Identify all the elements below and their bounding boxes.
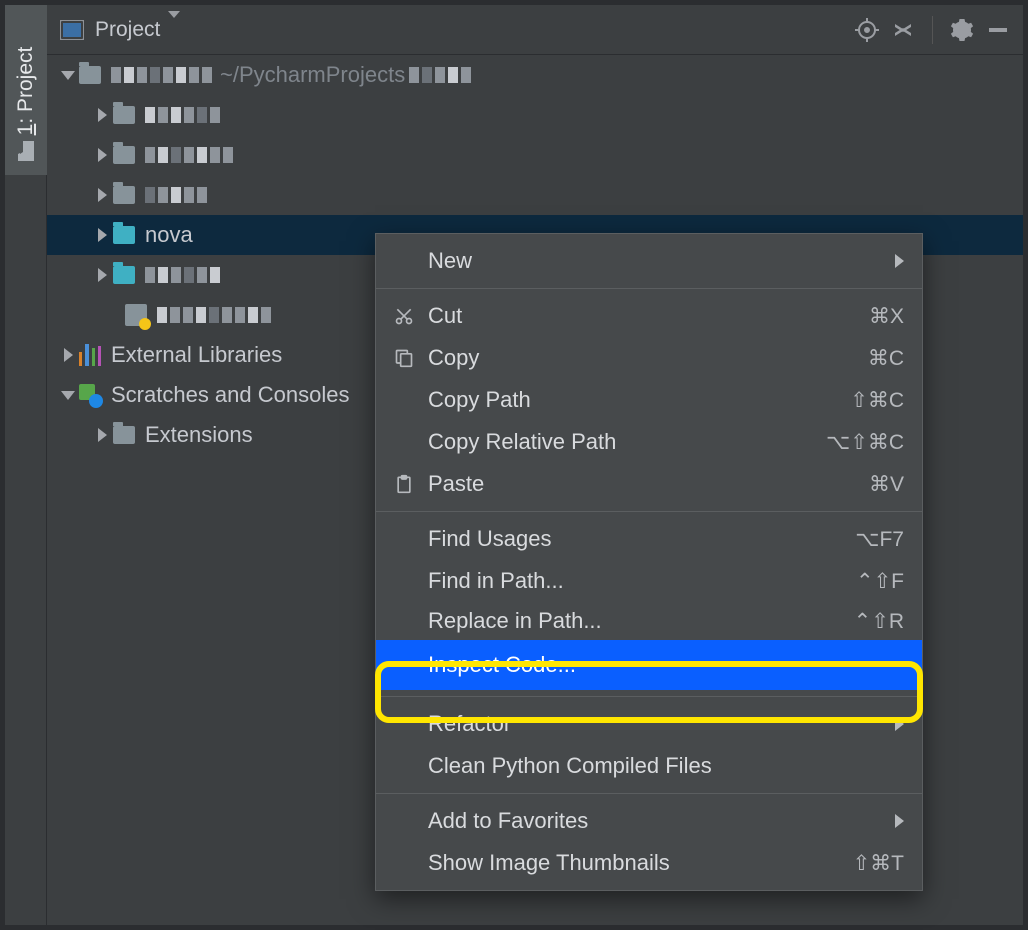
obscured-text: [409, 67, 471, 83]
tree-item-label: Scratches and Consoles: [111, 382, 349, 408]
menu-item-cut[interactable]: Cut ⌘X: [376, 295, 922, 337]
chevron-down-icon[interactable]: [57, 384, 79, 406]
menu-item-paste[interactable]: Paste ⌘V: [376, 463, 922, 505]
sidebar-tab-project[interactable]: 1: Project: [5, 5, 47, 175]
separator: [376, 511, 922, 512]
menu-item-label: Copy Path: [428, 387, 531, 413]
menu-item-inspect-code[interactable]: Inspect Code...: [376, 640, 922, 690]
menu-item-new[interactable]: New: [376, 240, 922, 282]
chevron-right-icon[interactable]: [91, 144, 113, 166]
menu-item-label: Refactor: [428, 711, 511, 737]
view-mode-dropdown[interactable]: Project: [95, 18, 180, 42]
folder-icon: [113, 426, 135, 444]
menu-item-shortcut: ⌃⇧F: [856, 569, 904, 594]
menu-item-find-usages[interactable]: Find Usages ⌥F7: [376, 518, 922, 560]
menu-item-replace-in-path[interactable]: Replace in Path... ⌃⇧R: [376, 602, 922, 640]
tree-row-folder[interactable]: [47, 175, 1023, 215]
hide-icon[interactable]: [985, 17, 1011, 43]
menu-item-label: Cut: [428, 303, 462, 329]
scratches-icon: [79, 384, 101, 406]
tree-row-folder[interactable]: [47, 95, 1023, 135]
obscured-text: [145, 187, 207, 203]
menu-item-label: Add to Favorites: [428, 808, 588, 834]
divider: [932, 16, 933, 44]
menu-item-clean-python[interactable]: Clean Python Compiled Files: [376, 745, 922, 787]
collapse-all-icon[interactable]: [890, 17, 916, 43]
menu-item-add-to-favorites[interactable]: Add to Favorites: [376, 800, 922, 842]
menu-item-label: Show Image Thumbnails: [428, 850, 670, 876]
menu-item-shortcut: ⌘X: [869, 304, 904, 329]
tool-window-stripe: 1: Project: [5, 5, 47, 925]
menu-item-show-thumbnails[interactable]: Show Image Thumbnails ⇧⌘T: [376, 842, 922, 884]
view-mode-label: Project: [95, 18, 160, 41]
menu-item-label: Copy Relative Path: [428, 429, 616, 455]
menu-item-shortcut: ⌃⇧R: [854, 609, 904, 634]
submenu-arrow-icon: [895, 808, 904, 834]
obscured-text: [157, 307, 271, 323]
menu-item-label: Replace in Path...: [428, 608, 602, 634]
libraries-icon: [79, 344, 101, 366]
context-menu: New Cut ⌘X Copy ⌘C Copy Path ⇧⌘C: [375, 233, 923, 891]
menu-item-find-in-path[interactable]: Find in Path... ⌃⇧F: [376, 560, 922, 602]
chevron-down-icon[interactable]: [57, 64, 79, 86]
menu-item-refactor[interactable]: Refactor: [376, 703, 922, 745]
folder-icon: [113, 146, 135, 164]
chevron-right-icon[interactable]: [91, 264, 113, 286]
paste-icon: [388, 474, 420, 494]
tree-root-path: ~/PycharmProjects: [220, 62, 405, 88]
tree-row-root[interactable]: ~/PycharmProjects: [47, 55, 1023, 95]
chevron-right-icon[interactable]: [91, 184, 113, 206]
menu-item-shortcut: ⌘C: [868, 346, 904, 371]
chevron-right-icon[interactable]: [57, 344, 79, 366]
obscured-text: [145, 107, 220, 123]
folder-icon: [113, 226, 135, 244]
separator: [376, 793, 922, 794]
menu-item-label: Paste: [428, 471, 484, 497]
menu-item-copy-path[interactable]: Copy Path ⇧⌘C: [376, 379, 922, 421]
locate-icon[interactable]: [854, 17, 880, 43]
app-frame: 1: Project Project: [4, 4, 1024, 926]
python-file-icon: [125, 304, 147, 326]
submenu-arrow-icon: [895, 248, 904, 274]
menu-item-shortcut: ⌥⇧⌘C: [826, 430, 904, 455]
tree-item-label: External Libraries: [111, 342, 282, 368]
application-icon: [59, 17, 85, 43]
folder-icon: [113, 106, 135, 124]
folder-icon: [113, 266, 135, 284]
menu-item-shortcut: ⌘V: [869, 472, 904, 497]
menu-item-shortcut: ⇧⌘T: [853, 851, 904, 876]
chevron-right-icon[interactable]: [91, 424, 113, 446]
chevron-down-icon: [168, 11, 180, 41]
chevron-right-icon[interactable]: [91, 104, 113, 126]
gear-icon[interactable]: [949, 17, 975, 43]
tree-item-label: Extensions: [145, 422, 253, 448]
menu-item-copy[interactable]: Copy ⌘C: [376, 337, 922, 379]
obscured-text: [111, 67, 212, 83]
menu-item-label: Inspect Code...: [428, 652, 576, 678]
obscured-text: [145, 147, 233, 163]
menu-item-shortcut: ⇧⌘C: [850, 388, 904, 413]
menu-item-label: New: [428, 248, 472, 274]
folder-icon: [79, 66, 101, 84]
menu-item-copy-relative-path[interactable]: Copy Relative Path ⌥⇧⌘C: [376, 421, 922, 463]
tree-row-folder[interactable]: [47, 135, 1023, 175]
project-toolbar: Project: [47, 5, 1023, 55]
tree-item-label: nova: [145, 222, 193, 248]
obscured-text: [145, 267, 220, 283]
separator: [376, 696, 922, 697]
menu-item-label: Clean Python Compiled Files: [428, 753, 712, 779]
submenu-arrow-icon: [895, 711, 904, 737]
menu-item-label: Find Usages: [428, 526, 552, 552]
menu-item-label: Copy: [428, 345, 479, 371]
menu-item-label: Find in Path...: [428, 568, 564, 594]
sidebar-tab-label: 1: Project: [14, 47, 38, 136]
menu-item-shortcut: ⌥F7: [855, 527, 904, 552]
separator: [376, 288, 922, 289]
chevron-right-icon[interactable]: [91, 224, 113, 246]
folder-icon: [16, 140, 36, 162]
cut-icon: [388, 306, 420, 326]
copy-icon: [388, 348, 420, 368]
folder-icon: [113, 186, 135, 204]
